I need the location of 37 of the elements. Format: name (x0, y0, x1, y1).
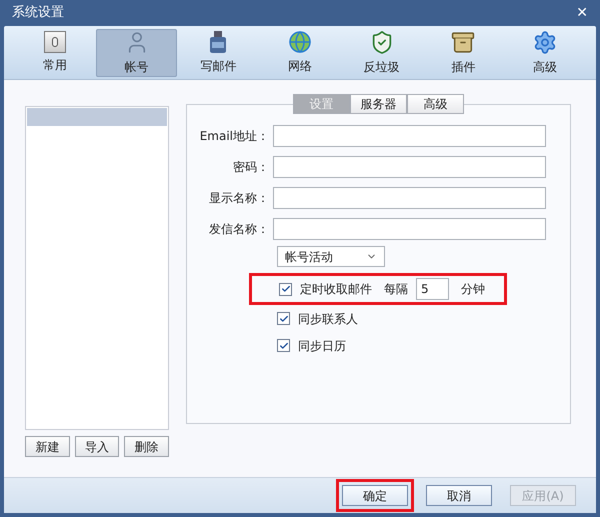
interval-field[interactable]: 5 (416, 278, 449, 300)
option-label: 同步日历 (298, 338, 346, 354)
option-label: 同步联系人 (298, 310, 358, 328)
text-field[interactable] (273, 156, 546, 178)
account-button[interactable]: 删除 (124, 436, 170, 457)
option-label: 定时收取邮件 (300, 281, 372, 298)
text-field[interactable] (273, 187, 546, 209)
field-label: 发信名称： (208, 221, 270, 238)
text-field[interactable] (273, 125, 546, 147)
account-button[interactable]: 导入 (74, 436, 120, 457)
close-button[interactable]: ✕ (576, 6, 588, 20)
toolbar-tab[interactable]: 反垃圾 (340, 28, 423, 76)
archive-box-icon (450, 30, 476, 54)
toolbar-tab[interactable]: 插件 (422, 28, 504, 76)
unit-label: 分钟 (461, 281, 485, 298)
switch-icon (44, 31, 66, 53)
settings-tab[interactable]: 服务器 (350, 94, 407, 114)
field-label: Email地址： (198, 128, 270, 145)
dialog-button[interactable]: 取消 (426, 485, 492, 506)
toolbar-tab[interactable]: 帐号 (96, 28, 178, 76)
checkbox[interactable] (279, 282, 292, 296)
dialog-button[interactable]: 确定 (342, 485, 408, 506)
toolbar-tab[interactable]: 网络 (259, 28, 341, 76)
text-field[interactable] (273, 218, 546, 240)
account-button[interactable]: 新建 (25, 436, 70, 457)
checkbox[interactable] (277, 339, 290, 352)
field-label: 密码： (232, 159, 270, 176)
toolbar-tab[interactable]: 写邮件 (177, 28, 260, 76)
toolbar-tab[interactable]: 常用 (14, 28, 96, 76)
window-title: 系统设置 (12, 4, 64, 22)
toolbar-tab[interactable]: 高级 (504, 28, 586, 76)
account-dropdown[interactable]: 帐号活动 (277, 246, 385, 267)
settings-tab[interactable]: 高级 (407, 94, 464, 114)
checkbox[interactable] (277, 312, 290, 325)
globe-icon (288, 30, 312, 54)
field-label: 显示名称： (208, 190, 270, 207)
interval-label: 每隔 (384, 281, 408, 298)
